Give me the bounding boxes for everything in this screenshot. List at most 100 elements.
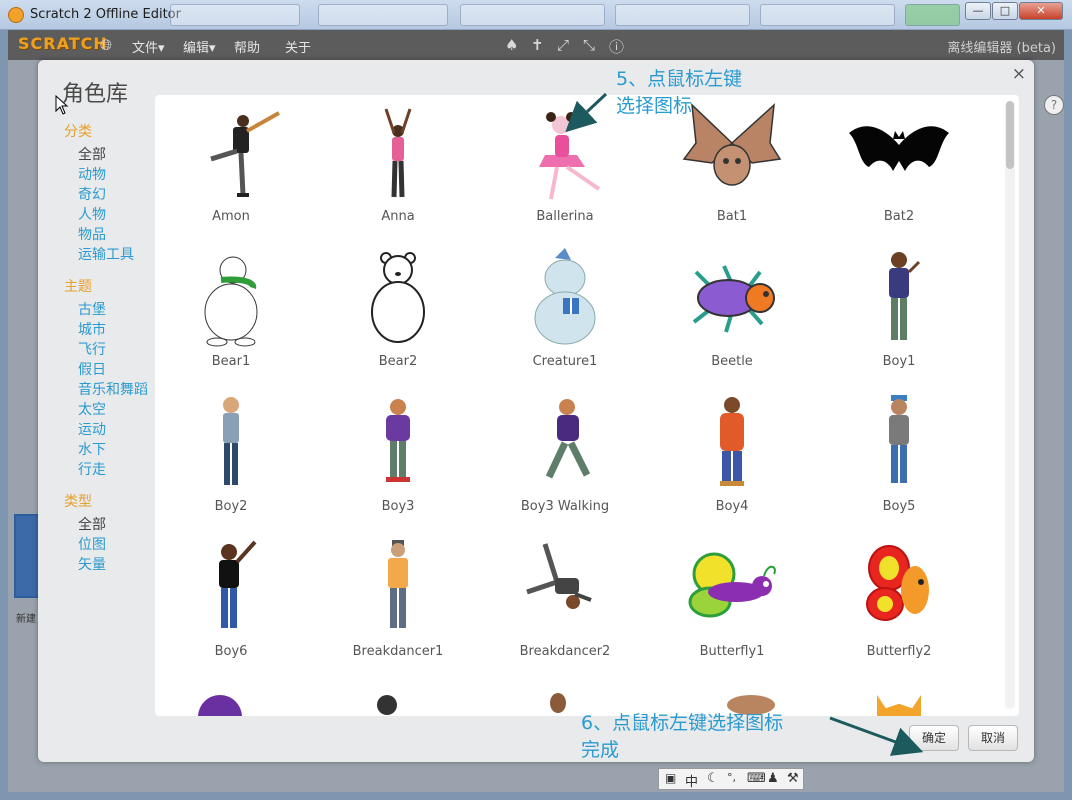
sprite-partial-thumb[interactable] [550, 693, 566, 713]
sprite-bat2-icon [849, 103, 949, 203]
category-transportation[interactable]: 运输工具 [78, 244, 134, 264]
sprite-tile-boy5[interactable]: Boy5 [824, 385, 974, 525]
step5-line1: 5、点鼠标左键 [616, 68, 743, 90]
ime-logo-icon[interactable]: ▣ [665, 771, 676, 785]
help-tips-icon[interactable]: ? [1044, 95, 1064, 115]
sprite-amon-icon [181, 103, 281, 203]
sprite-name: Boy6 [214, 644, 248, 659]
theme-underwater[interactable]: 水下 [78, 439, 106, 459]
sprite-name: Bat2 [883, 209, 915, 224]
category-all[interactable]: 全部 [78, 144, 106, 164]
vertical-scrollbar[interactable] [1005, 101, 1015, 709]
sprite-tile-anna[interactable]: Anna [323, 95, 473, 235]
window-title: Scratch 2 Offline Editor [30, 7, 181, 22]
menu-file[interactable]: 文件▾ [132, 37, 165, 56]
cut-icon[interactable]: ✝ [531, 36, 544, 54]
sprite-grid-panel[interactable]: Amon Anna Ballerina Bat1 Bat2 Bear1 Bear… [155, 95, 1019, 716]
theme-flying[interactable]: 飞行 [78, 339, 106, 359]
menu-help[interactable]: 帮助 [234, 37, 260, 56]
sprite-bear2-icon [348, 248, 448, 348]
sprite-partial-thumb[interactable] [198, 695, 242, 716]
sprite-tile-creature1[interactable]: Creature1 [490, 240, 640, 380]
sprite-bear1-icon [181, 248, 281, 348]
theme-space[interactable]: 太空 [78, 399, 106, 419]
categories-header: 分类 [64, 124, 92, 140]
sprite-tile-breakdancer1[interactable]: Breakdancer1 [323, 530, 473, 670]
stage-thumbnail[interactable] [14, 514, 40, 598]
maximize-button[interactable]: □ [992, 2, 1018, 20]
background-tab[interactable] [170, 4, 300, 26]
ime-mode-toggle[interactable]: 中 [685, 771, 698, 790]
close-window-button[interactable]: ✕ [1019, 2, 1063, 20]
theme-castle[interactable]: 古堡 [78, 299, 106, 319]
shrink-icon[interactable]: ⤡ [583, 36, 595, 54]
punctuation-icon[interactable]: °, [727, 771, 736, 784]
globe-icon[interactable]: 🌐︎ [100, 36, 112, 54]
sprite-tile-breakdancer2[interactable]: Breakdancer2 [490, 530, 640, 670]
menu-about[interactable]: 关于 [285, 37, 311, 56]
sprite-tile-boy6[interactable]: Boy6 [156, 530, 306, 670]
menu-edit[interactable]: 编辑▾ [183, 37, 216, 56]
category-things[interactable]: 物品 [78, 224, 106, 244]
theme-holiday[interactable]: 假日 [78, 359, 106, 379]
editor-mode-label: 离线编辑器 (beta) [947, 41, 1056, 56]
sprite-boy6-icon [181, 538, 281, 638]
half-width-moon-icon[interactable]: ☾ [707, 771, 719, 786]
sprite-name: Boy4 [715, 499, 749, 514]
sprite-name: Butterfly2 [866, 644, 932, 659]
category-people[interactable]: 人物 [78, 204, 106, 224]
background-tab[interactable] [905, 4, 960, 26]
sprite-tile-amon[interactable]: Amon [156, 95, 306, 235]
sprite-name: Beetle [711, 354, 753, 369]
step6-line2: 完成 [581, 739, 620, 761]
keyboard-icon[interactable]: ⌨ [747, 771, 766, 786]
sprite-tile-boy3[interactable]: Boy3 [323, 385, 473, 525]
sprite-tile-bear2[interactable]: Bear2 [323, 240, 473, 380]
scrollbar-thumb[interactable] [1006, 101, 1014, 169]
background-tab[interactable] [318, 4, 448, 26]
sprite-tile-beetle[interactable]: Beetle [657, 240, 807, 380]
scratch-cat-icon [8, 7, 24, 23]
step6-line1: 6、点鼠标左键选择图标 [581, 712, 784, 734]
duplicate-stamp-icon[interactable]: ♠ [505, 36, 518, 54]
sprite-tile-boy1[interactable]: Boy1 [824, 240, 974, 380]
sprite-name: Amon [212, 209, 250, 224]
sprite-beetle-icon [682, 248, 782, 348]
sprite-name: Creature1 [532, 354, 598, 369]
sprite-tile-boy3-walking[interactable]: Boy3 Walking [490, 385, 640, 525]
theme-music-dance[interactable]: 音乐和舞蹈 [78, 379, 148, 399]
sprite-name: Boy2 [214, 499, 248, 514]
sprite-name: Boy5 [882, 499, 916, 514]
sprite-tile-bear1[interactable]: Bear1 [156, 240, 306, 380]
sprite-tile-boy2[interactable]: Boy2 [156, 385, 306, 525]
sprite-tile-bat2[interactable]: Bat2 [824, 95, 974, 235]
settings-wrench-icon[interactable]: ⚒ [787, 771, 799, 786]
sprite-partial-thumb[interactable] [877, 695, 921, 716]
background-tab[interactable] [460, 4, 605, 26]
sprite-butterfly1-icon [682, 538, 782, 638]
sprite-partial-thumb[interactable] [377, 695, 397, 715]
background-tab[interactable] [615, 4, 750, 26]
sprite-boy3-walking-icon [515, 393, 615, 493]
grow-icon[interactable]: ⤢ [557, 36, 569, 54]
user-icon[interactable]: ♟ [767, 771, 779, 786]
theme-city[interactable]: 城市 [78, 319, 106, 339]
ok-button[interactable]: 确定 [909, 725, 959, 751]
close-icon[interactable]: × [1012, 64, 1026, 84]
cancel-button[interactable]: 取消 [968, 725, 1018, 751]
sprite-tile-butterfly1[interactable]: Butterfly1 [657, 530, 807, 670]
category-fantasy[interactable]: 奇幻 [78, 184, 106, 204]
sprite-tile-boy4[interactable]: Boy4 [657, 385, 807, 525]
type-vector[interactable]: 矢量 [78, 554, 106, 574]
background-tab[interactable] [760, 4, 895, 26]
sprite-name: Breakdancer2 [519, 644, 611, 659]
category-animals[interactable]: 动物 [78, 164, 106, 184]
sprite-name: Breakdancer1 [352, 644, 444, 659]
help-icon[interactable]: ⓘ [609, 36, 624, 57]
sprite-tile-butterfly2[interactable]: Butterfly2 [824, 530, 974, 670]
type-all[interactable]: 全部 [78, 514, 106, 534]
type-bitmap[interactable]: 位图 [78, 534, 106, 554]
minimize-button[interactable]: — [965, 2, 991, 20]
theme-walking[interactable]: 行走 [78, 459, 106, 479]
theme-sports[interactable]: 运动 [78, 419, 106, 439]
